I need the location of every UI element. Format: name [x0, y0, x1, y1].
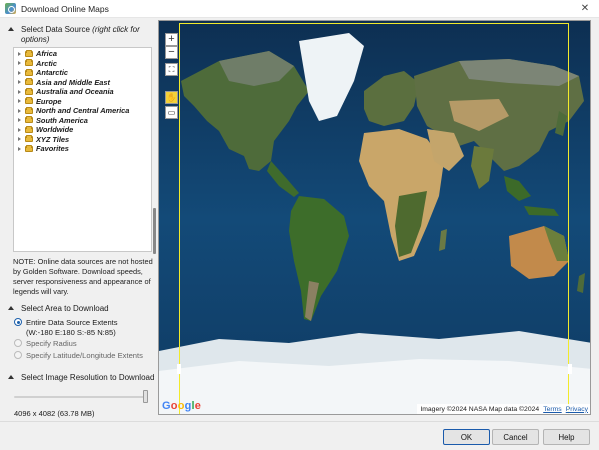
folder-icon [25, 49, 33, 57]
folder-icon [25, 106, 33, 114]
terms-link[interactable]: Terms [543, 406, 562, 413]
map-attribution: Imagery ©2024 NASA Map data ©2024 Terms … [417, 404, 590, 414]
data-source-section-header[interactable]: Select Data Source (right click for opti… [8, 25, 156, 45]
folder-icon [25, 125, 33, 133]
tree-item-asia[interactable]: Asia and Middle East [18, 78, 110, 88]
hosting-note: NOTE: Online data sources are not hosted… [13, 257, 153, 296]
window-title: Download Online Maps [21, 3, 109, 14]
tree-item-australia[interactable]: Australia and Oceania [18, 87, 114, 97]
tree-item-worldwide[interactable]: Worldwide [18, 125, 73, 135]
google-logo: Google [162, 400, 202, 412]
resolution-slider-track[interactable] [14, 396, 146, 398]
collapse-caret-icon[interactable] [8, 375, 14, 379]
radio-specify-radius[interactable]: Specify Radius [14, 339, 77, 349]
tree-item-arctic[interactable]: Arctic [18, 59, 57, 69]
resolution-slider-handle[interactable] [143, 390, 148, 403]
folder-icon [25, 116, 33, 124]
folder-icon [25, 144, 33, 152]
tree-item-favorites[interactable]: Favorites [18, 144, 69, 154]
expand-arrow-icon[interactable] [18, 118, 21, 123]
data-source-title: Select Data Source [21, 25, 90, 34]
expand-arrow-icon[interactable] [18, 99, 21, 104]
select-tool-icon[interactable]: ▭ [165, 106, 178, 119]
help-button[interactable]: Help [543, 429, 590, 445]
zoom-out-button[interactable]: − [165, 46, 178, 59]
radio-entire-extents[interactable]: Entire Data Source Extents (W:-180 E:180… [14, 318, 118, 338]
radio-button[interactable] [14, 318, 22, 326]
folder-icon [25, 135, 33, 143]
folder-icon [25, 97, 33, 105]
fit-extent-icon[interactable]: ⛶ [165, 63, 178, 76]
app-icon [5, 3, 16, 14]
close-icon[interactable]: ✕ [579, 3, 591, 14]
expand-arrow-icon[interactable] [18, 51, 21, 56]
expand-arrow-icon[interactable] [18, 137, 21, 142]
expand-arrow-icon[interactable] [18, 108, 21, 113]
folder-icon [25, 87, 33, 95]
area-section-header[interactable]: Select Area to Download [8, 304, 109, 314]
selection-rectangle[interactable] [179, 23, 569, 414]
selection-handle-right[interactable] [568, 364, 572, 374]
tree-item-africa[interactable]: Africa [18, 49, 57, 59]
expand-arrow-icon[interactable] [18, 146, 21, 151]
resolution-section-title: Select Image Resolution to Download [21, 373, 155, 382]
left-panel: Select Data Source (right click for opti… [0, 18, 156, 418]
expand-arrow-icon[interactable] [18, 70, 21, 75]
folder-icon [25, 59, 33, 67]
data-source-tree[interactable]: Africa Arctic Antarctic Asia and Middle … [13, 47, 152, 252]
collapse-caret-icon[interactable] [8, 306, 14, 310]
expand-arrow-icon[interactable] [18, 89, 21, 94]
radio-button[interactable] [14, 339, 22, 347]
attribution-text: Imagery ©2024 NASA Map data ©2024 [420, 405, 540, 413]
map-view[interactable]: + − ⛶ ✋ ▭ Google Imagery ©2024 NASA Map … [158, 20, 591, 415]
resolution-readout: 4096 x 4082 (63.78 MB) [14, 409, 95, 418]
cancel-button[interactable]: Cancel [492, 429, 539, 445]
panel-scrollbar[interactable] [153, 208, 156, 254]
area-section-title: Select Area to Download [21, 304, 109, 313]
expand-arrow-icon[interactable] [18, 80, 21, 85]
tree-item-south-america[interactable]: South America [18, 116, 88, 126]
tree-item-xyz-tiles[interactable]: XYZ Tiles [18, 135, 69, 145]
folder-icon [25, 78, 33, 86]
pan-tool-icon[interactable]: ✋ [165, 91, 178, 104]
tree-item-north-america[interactable]: North and Central America [18, 106, 129, 116]
tree-item-europe[interactable]: Europe [18, 97, 61, 107]
footer-divider [0, 421, 599, 422]
expand-arrow-icon[interactable] [18, 61, 21, 66]
privacy-link[interactable]: Privacy [566, 406, 588, 413]
radio-button[interactable] [14, 351, 22, 359]
tree-item-antarctic[interactable]: Antarctic [18, 68, 68, 78]
title-bar: Download Online Maps ✕ [0, 0, 599, 18]
ok-button[interactable]: OK [443, 429, 490, 445]
collapse-caret-icon[interactable] [8, 27, 14, 31]
zoom-in-button[interactable]: + [165, 33, 178, 46]
radio-lat-long-extents[interactable]: Specify Latitude/Longitude Extents [14, 351, 143, 361]
expand-arrow-icon[interactable] [18, 127, 21, 132]
folder-icon [25, 68, 33, 76]
selection-handle-left[interactable] [177, 364, 181, 374]
resolution-section-header[interactable]: Select Image Resolution to Download [8, 373, 154, 383]
